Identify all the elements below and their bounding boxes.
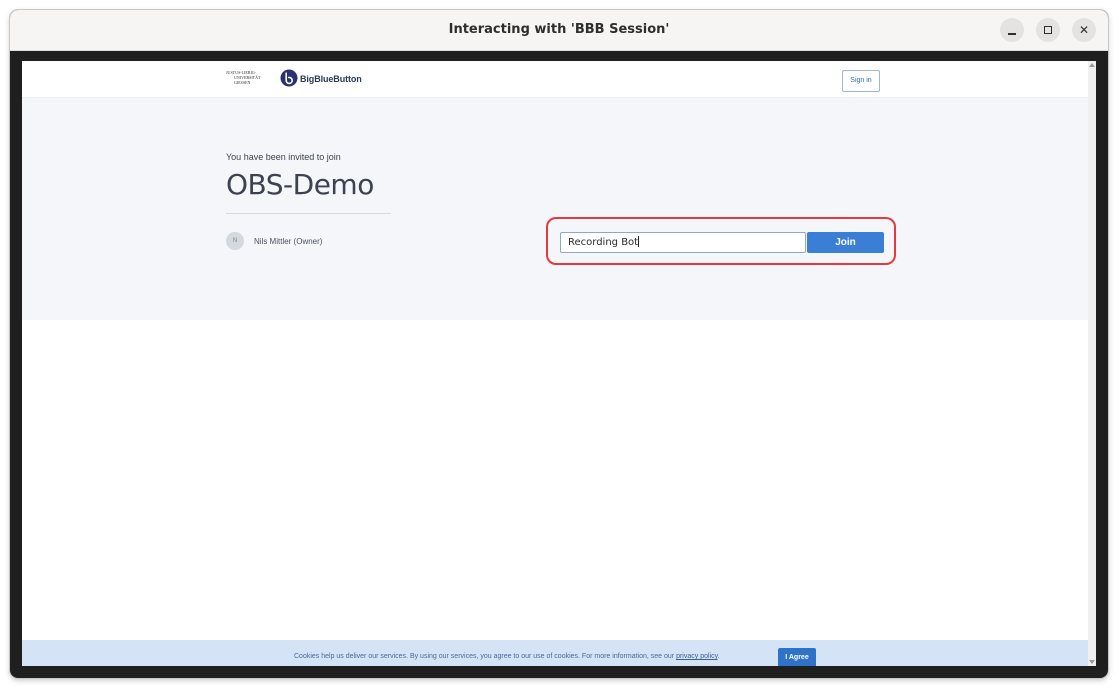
owner-name: Nils Mittler (Owner) [254,237,323,246]
cookie-message-text: Cookies help us deliver our services. By… [294,653,677,660]
room-join-section: You have been invited to join OBS-Demo N… [22,98,1088,320]
privacy-policy-link[interactable]: privacy policy [676,653,718,660]
owner-avatar: N [226,232,244,250]
maximize-button[interactable] [1036,18,1060,42]
browser-window: Interacting with 'BBB Session' ✕ JUSTUS-… [10,10,1108,678]
agree-cookies-button[interactable]: I Agree [778,648,816,666]
invite-text: You have been invited to join [226,152,341,162]
maximize-icon [1044,26,1052,34]
cookie-banner: Cookies help us deliver our services. By… [22,640,1088,666]
sign-in-button[interactable]: Sign in [842,70,880,92]
room-title: OBS-Demo [226,168,374,201]
window-title: Interacting with 'BBB Session' [448,22,670,37]
page-header: JUSTUS-LIEBIG- UNIVERSITÄT GIESSEN BigBl… [22,61,1088,98]
vertical-scrollbar[interactable] [1088,61,1096,666]
bigbluebutton-logo-icon[interactable] [280,69,298,87]
minimize-button[interactable] [1000,18,1024,42]
university-logo-line: GIESSEN [234,80,251,85]
name-input[interactable]: Recording Bot [560,232,806,253]
join-button[interactable]: Join [807,232,884,253]
brand-name: BigBlueButton [300,74,362,84]
name-input-value: Recording Bot [568,237,639,248]
cookie-message-trailing: . [717,653,720,660]
text-caret [638,236,640,247]
scroll-down-icon[interactable] [1089,660,1095,664]
title-divider [226,213,391,214]
university-logo[interactable]: JUSTUS-LIEBIG- UNIVERSITÄT GIESSEN [226,70,270,86]
web-content: JUSTUS-LIEBIG- UNIVERSITÄT GIESSEN BigBl… [22,61,1088,666]
close-button[interactable]: ✕ [1072,18,1096,42]
cookie-message: Cookies help us deliver our services. By… [294,653,720,660]
close-icon: ✕ [1078,23,1090,37]
window-titlebar[interactable]: Interacting with 'BBB Session' ✕ [10,10,1108,51]
scroll-up-icon[interactable] [1089,63,1095,67]
minimize-icon [1008,33,1016,35]
